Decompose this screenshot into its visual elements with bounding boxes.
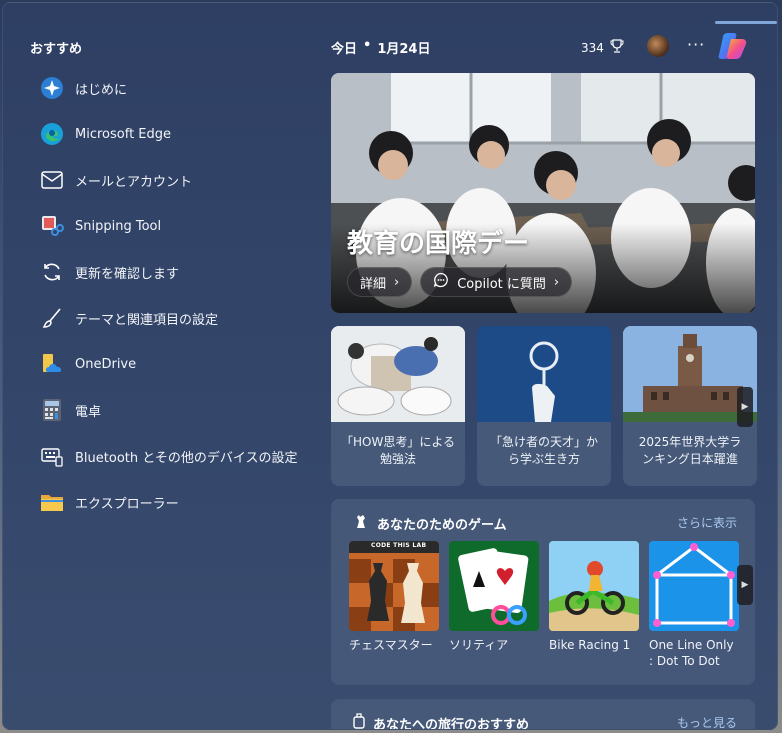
rec-item-bluetooth[interactable]: Bluetooth とその他のデバイスの設定 <box>31 433 311 479</box>
copilot-label: Copilot に質問 <box>457 276 546 292</box>
copilot-icon[interactable] <box>717 31 749 61</box>
game-label: ソリティア <box>449 638 509 652</box>
rec-item-theme[interactable]: テーマと関連項目の設定 <box>31 295 311 341</box>
chevron-right-icon: › <box>394 274 400 290</box>
recommended-list: はじめに Microsoft Edge メールとアカウント Snipping T… <box>31 65 311 525</box>
game-bike-racing[interactable]: Bike Racing 1 <box>549 541 639 669</box>
games-title-text: あなたのためのゲーム <box>377 517 507 533</box>
details-button[interactable]: 詳細 › <box>347 267 413 297</box>
games-next-arrow[interactable]: ▶ <box>737 565 753 605</box>
travel-more-link[interactable]: もっと見る <box>677 714 737 729</box>
game-solitaire[interactable]: ソリティア <box>449 541 539 669</box>
rec-item-update[interactable]: 更新を確認します <box>31 249 311 295</box>
game-chess[interactable]: CODE THIS LAB チェスマスター <box>349 541 439 669</box>
game-thumbnail <box>649 541 739 631</box>
details-label: 詳細 <box>360 276 387 292</box>
score-value: 334 <box>581 40 604 55</box>
games-title: あなたのためのゲーム <box>353 513 507 533</box>
rec-item-edge[interactable]: Microsoft Edge <box>31 111 311 157</box>
hero-card[interactable]: 教育の国際デー 詳細 › Copilot に質問 › <box>331 73 755 313</box>
news-image <box>331 326 465 422</box>
rec-item-calculator[interactable]: 電卓 <box>31 387 311 433</box>
rec-label: はじめに <box>75 82 128 98</box>
mail-icon <box>39 167 65 193</box>
today-label: 今日 <box>331 42 358 57</box>
news-next-arrow[interactable]: ▶ <box>737 387 753 427</box>
folder-icon <box>39 489 65 515</box>
games-more-link[interactable]: さらに表示 <box>677 514 737 531</box>
refresh-icon <box>39 259 65 285</box>
games-row: CODE THIS LAB チェスマスター ソリティア Bike Racing … <box>349 541 739 669</box>
rec-label: 更新を確認します <box>75 266 180 282</box>
game-label: チェスマスター <box>349 638 433 652</box>
devices-icon <box>39 443 65 469</box>
brush-icon <box>39 305 65 331</box>
date-value: 1月24日 <box>377 42 431 57</box>
news-card-1[interactable]: 「HOW思考」による勉強法 <box>331 326 465 486</box>
news-headline: 「急け者の天才」から学ぶ生き方 <box>489 435 598 466</box>
game-thumbnail <box>549 541 639 631</box>
rec-label: 電卓 <box>75 404 102 420</box>
rec-label: Snipping Tool <box>75 218 162 234</box>
luggage-icon <box>353 713 365 729</box>
news-card-2[interactable]: 「急け者の天才」から学ぶ生き方 <box>477 326 611 486</box>
header-accent-bar <box>715 21 777 24</box>
trophy-icon <box>610 39 624 56</box>
games-section: あなたのためのゲーム さらに表示 CODE THIS LAB チェスマスター ソ… <box>331 499 755 685</box>
news-row: 「HOW思考」による勉強法 「急け者の天才」から学ぶ生き方 2025年世界大学ラ… <box>331 326 757 486</box>
rec-label: メールとアカウント <box>75 174 193 190</box>
ask-copilot-button[interactable]: Copilot に質問 › <box>420 267 573 297</box>
chat-bubble-icon <box>433 272 449 292</box>
edge-icon <box>39 121 65 147</box>
rec-item-get-started[interactable]: はじめに <box>31 65 311 111</box>
rec-item-onedrive[interactable]: OneDrive <box>31 341 311 387</box>
more-options-icon[interactable]: ··· <box>687 35 705 54</box>
game-one-line[interactable]: One Line Only : Dot To Dot <box>649 541 739 669</box>
game-thumbnail: CODE THIS LAB <box>349 541 439 631</box>
snipping-tool-icon <box>39 213 65 239</box>
recommended-title: おすすめ <box>30 42 83 57</box>
travel-section: あなたへの旅行のおすすめ もっと見る <box>331 699 755 730</box>
rec-label: エクスプローラー <box>75 496 179 512</box>
widgets-panel: おすすめ はじめに Microsoft Edge メールとアカウント Snipp… <box>2 2 778 730</box>
news-image <box>477 326 611 422</box>
calculator-icon <box>39 397 65 423</box>
avatar[interactable] <box>647 35 669 57</box>
rec-label: Bluetooth とその他のデバイスの設定 <box>75 450 298 466</box>
rec-item-snipping[interactable]: Snipping Tool <box>31 203 311 249</box>
travel-title-text: あなたへの旅行のおすすめ <box>373 717 530 730</box>
chevron-right-icon: › <box>553 274 560 290</box>
game-label: One Line Only : Dot To Dot <box>649 638 734 668</box>
hero-title: 教育の国際デー <box>347 229 530 259</box>
travel-title: あなたへの旅行のおすすめ <box>353 713 530 730</box>
rec-label: Microsoft Edge <box>75 126 172 142</box>
rec-label: テーマと関連項目の設定 <box>75 312 219 328</box>
rec-item-mail[interactable]: メールとアカウント <box>31 157 311 203</box>
chess-piece-icon <box>353 513 369 533</box>
onedrive-icon <box>39 351 65 377</box>
game-label: Bike Racing 1 <box>549 638 631 652</box>
news-headline: 「HOW思考」による勉強法 <box>341 435 455 466</box>
header-date: 今日 • 1月24日 <box>331 38 430 57</box>
rewards-score[interactable]: 334 <box>581 39 624 56</box>
game-thumbnail <box>449 541 539 631</box>
game-badge: CODE THIS LAB <box>371 542 427 549</box>
hero-actions: 詳細 › Copilot に質問 › <box>347 267 573 297</box>
rec-label: OneDrive <box>75 356 137 372</box>
news-headline: 2025年世界大学ランキング日本躍進 <box>638 435 742 466</box>
rec-item-explorer[interactable]: エクスプローラー <box>31 479 311 525</box>
date-separator: • <box>363 38 372 53</box>
get-started-icon <box>39 75 65 101</box>
